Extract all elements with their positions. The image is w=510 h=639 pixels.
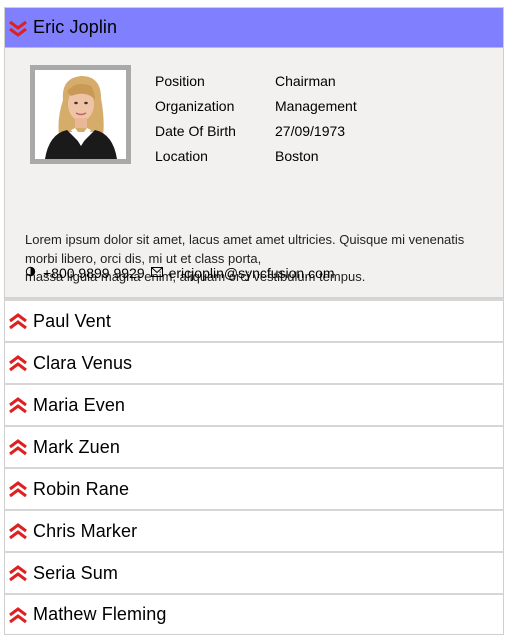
double-chevron-up-icon[interactable] — [7, 436, 29, 458]
phone-number: +800 9899 9929 — [43, 265, 145, 281]
employee-accordion: Eric Joplin Position Chairman Organizati… — [4, 7, 504, 635]
detail-label: Date Of Birth — [155, 122, 236, 139]
detail-value: Management — [275, 97, 357, 114]
double-chevron-up-icon[interactable] — [7, 520, 29, 542]
accordion-title: Robin Rane — [33, 478, 130, 499]
double-chevron-down-icon[interactable] — [7, 17, 29, 39]
double-chevron-up-icon[interactable] — [7, 478, 29, 500]
accordion-header-robin-rane[interactable]: Robin Rane — [4, 467, 504, 509]
collapsed-items: Paul Vent Clara Venus Maria Even Mark Zu… — [4, 299, 504, 635]
accordion-title: Chris Marker — [33, 520, 138, 541]
profile-photo-frame — [30, 65, 131, 164]
mail-icon — [150, 266, 163, 280]
accordion-title: Mark Zuen — [33, 436, 120, 457]
detail-value: Boston — [275, 147, 319, 164]
email-address: ericjoplin@syncfusion.com — [168, 265, 335, 281]
accordion-content: Position Chairman Organization Managemen… — [5, 48, 503, 299]
double-chevron-up-icon[interactable] — [7, 394, 29, 416]
detail-label: Position — [155, 72, 205, 89]
accordion-title: Mathew Fleming — [33, 604, 167, 624]
accordion-header-paul-vent[interactable]: Paul Vent — [4, 299, 504, 341]
contact-row: +800 9899 9929 ericjoplin@syncfusion.com — [25, 265, 335, 281]
double-chevron-up-icon[interactable] — [7, 604, 29, 626]
accordion-title: Seria Sum — [33, 562, 118, 583]
detail-value: Chairman — [275, 72, 336, 89]
detail-value: 27/09/1973 — [275, 122, 346, 139]
double-chevron-up-icon[interactable] — [7, 310, 29, 332]
detail-row-date-of-birth: Date Of Birth 27/09/1973 — [155, 118, 357, 143]
detail-label: Organization — [155, 97, 235, 114]
accordion-title: Eric Joplin — [33, 17, 118, 37]
accordion-header-seria-sum[interactable]: Seria Sum — [4, 551, 504, 593]
detail-row-position: Position Chairman — [155, 68, 357, 93]
accordion-header-mark-zuen[interactable]: Mark Zuen — [4, 425, 504, 467]
detail-row-organization: Organization Management — [155, 93, 357, 118]
accordion-item-expanded: Eric Joplin Position Chairman Organizati… — [4, 7, 504, 299]
accordion-header-mathew-fleming[interactable]: Mathew Fleming — [4, 593, 504, 635]
accordion-header-maria-even[interactable]: Maria Even — [4, 383, 504, 425]
accordion-header-eric-joplin[interactable]: Eric Joplin — [5, 8, 503, 48]
accordion-title: Clara Venus — [33, 352, 133, 373]
detail-label: Location — [155, 147, 208, 164]
double-chevron-up-icon[interactable] — [7, 352, 29, 374]
accordion-header-clara-venus[interactable]: Clara Venus — [4, 341, 504, 383]
profile-photo — [35, 70, 126, 159]
accordion-header-chris-marker[interactable]: Chris Marker — [4, 509, 504, 551]
description-line: Lorem ipsum dolor sit amet, lacus amet a… — [25, 232, 465, 247]
double-chevron-up-icon[interactable] — [7, 562, 29, 584]
accordion-title: Paul Vent — [33, 310, 111, 331]
detail-row-location: Location Boston — [155, 143, 357, 168]
phone-icon — [25, 266, 36, 280]
profile-details: Position Chairman Organization Managemen… — [155, 68, 357, 168]
accordion-title: Maria Even — [33, 394, 126, 415]
